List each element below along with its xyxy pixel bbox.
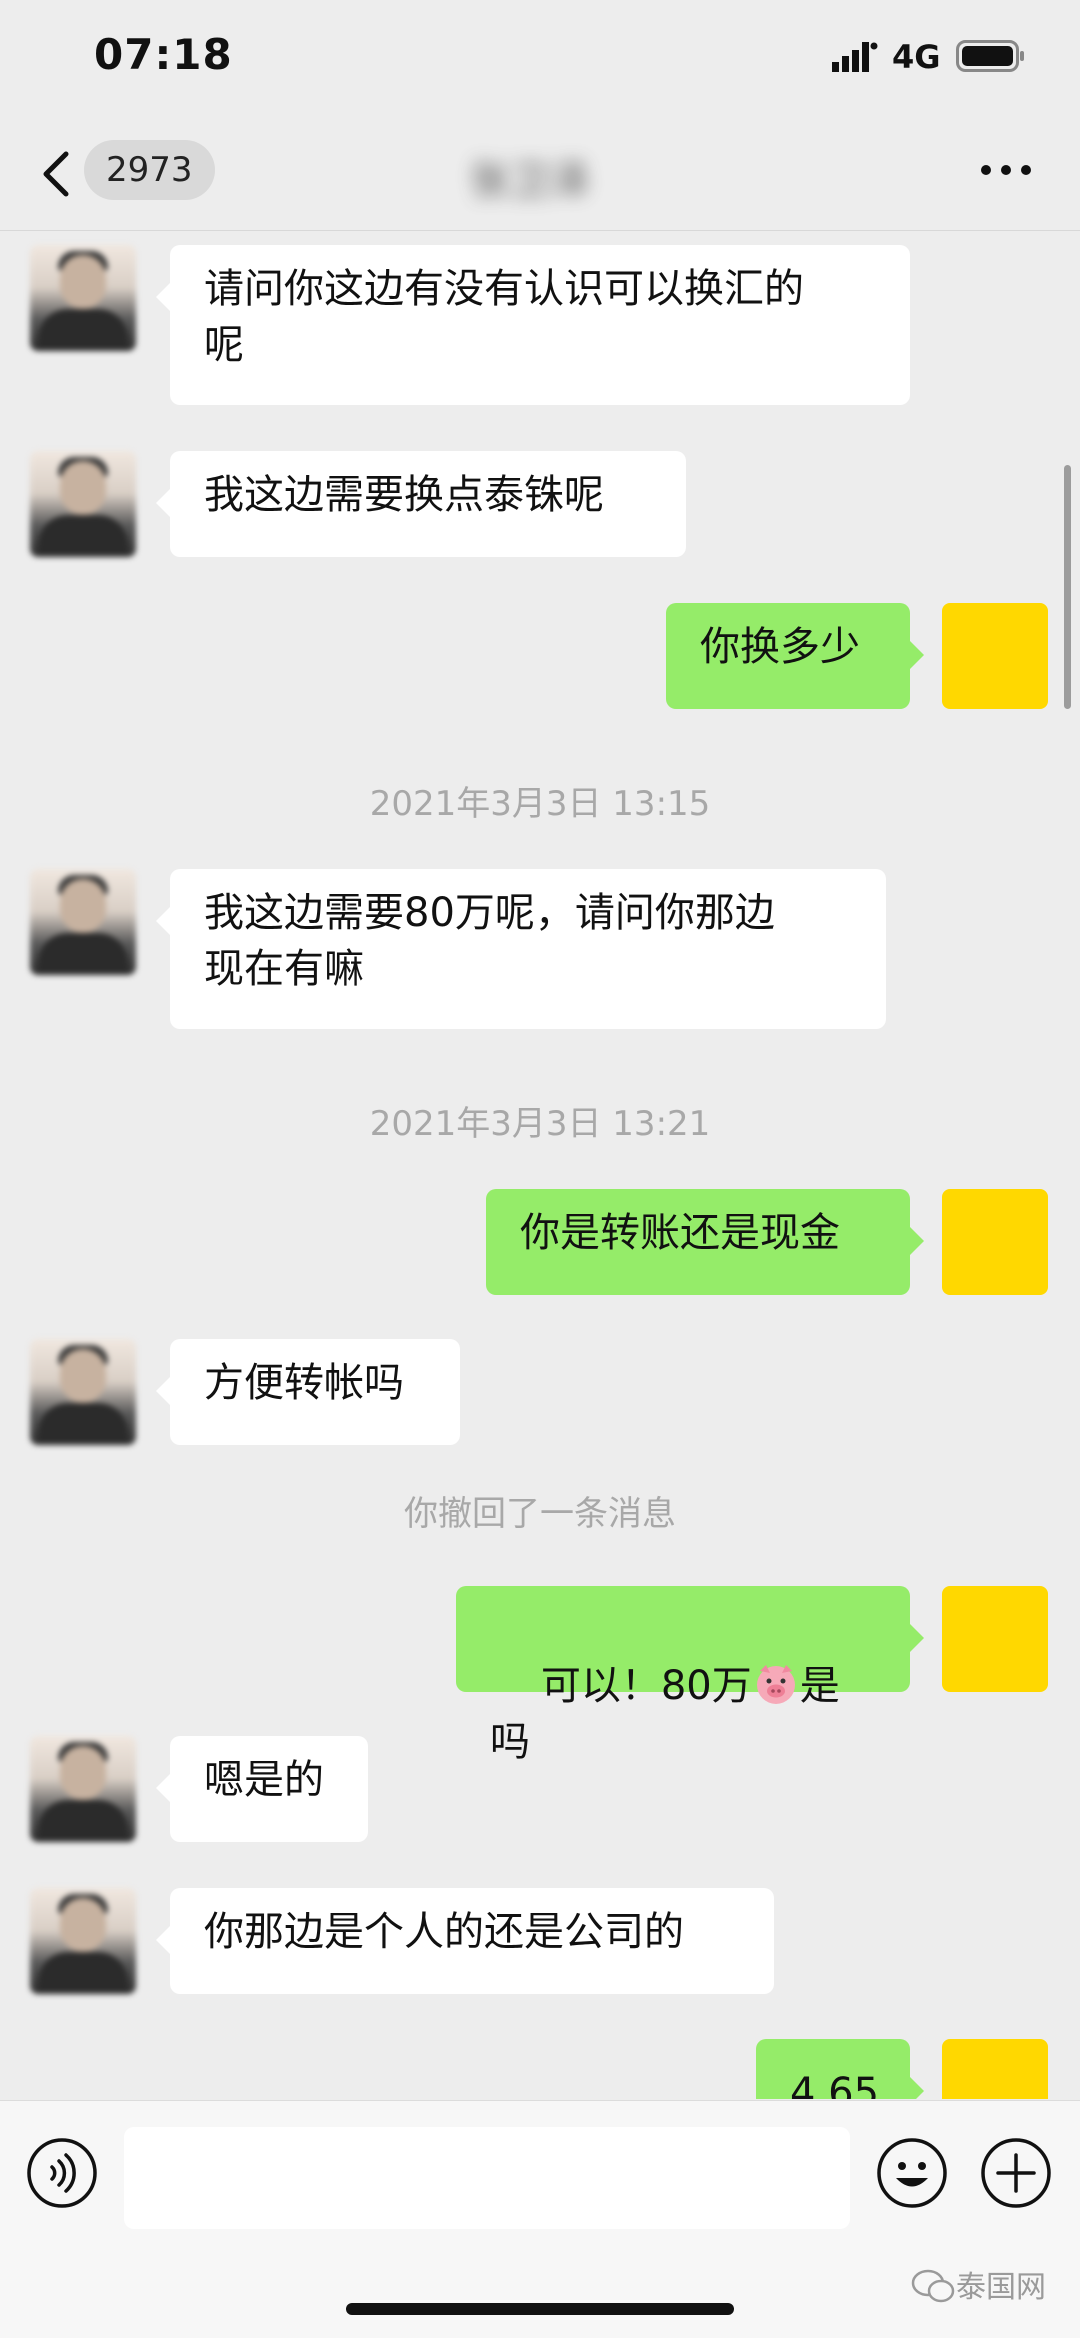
- chat-history[interactable]: 请问你这边有没有认识可以换汇的 呢 我这边需要换点泰铢呢 你换多少 2021年3…: [0, 231, 1080, 2099]
- contact-avatar[interactable]: [30, 1888, 136, 1994]
- outgoing-message[interactable]: 可以！80万 是吗: [456, 1586, 924, 1765]
- home-indicator[interactable]: [346, 2303, 734, 2315]
- status-bar: 07:18 4G: [0, 0, 1080, 118]
- contact-avatar[interactable]: [30, 451, 136, 557]
- message-text: 可以！80万: [540, 1663, 752, 1709]
- my-avatar[interactable]: [942, 2039, 1048, 2099]
- contact-avatar[interactable]: [30, 1339, 136, 1445]
- incoming-message[interactable]: 请问你这边有没有认识可以换汇的 呢: [156, 245, 910, 405]
- status-time: 07:18: [94, 30, 233, 79]
- my-avatar[interactable]: [942, 603, 1048, 709]
- plus-icon[interactable]: [980, 2137, 1052, 2209]
- wechat-logo-icon: [911, 2269, 955, 2303]
- message-input[interactable]: [124, 2127, 850, 2229]
- network-type: 4G: [892, 38, 941, 76]
- chat-header: 2973 张卫泽: [0, 118, 1080, 231]
- more-options-icon[interactable]: [980, 158, 1032, 182]
- incoming-message[interactable]: 我这边需要80万呢，请问你那边 现在有嘛: [156, 869, 886, 1029]
- contact-name: 张卫泽: [470, 158, 590, 204]
- contact-avatar[interactable]: [30, 1736, 136, 1842]
- incoming-message[interactable]: 我这边需要换点泰铢呢: [156, 451, 686, 557]
- pig-face-icon: [756, 1665, 795, 1704]
- outgoing-message[interactable]: 你是转账还是现金: [486, 1189, 924, 1295]
- incoming-message[interactable]: 你那边是个人的还是公司的: [156, 1888, 774, 1994]
- my-avatar[interactable]: [942, 1586, 1048, 1692]
- unread-count-badge[interactable]: 2973: [84, 140, 215, 200]
- my-avatar[interactable]: [942, 1189, 1048, 1295]
- chat-scrollbar[interactable]: [1064, 465, 1071, 709]
- timestamp: 2021年3月3日 13:21: [369, 1104, 711, 1144]
- incoming-message[interactable]: 方便转帐吗: [156, 1339, 460, 1445]
- outgoing-message[interactable]: 4.65: [756, 2039, 924, 2099]
- signal-icon: [832, 42, 878, 72]
- contact-avatar[interactable]: [30, 869, 136, 975]
- voice-input-icon[interactable]: [26, 2137, 98, 2209]
- timestamp: 2021年3月3日 13:15: [369, 784, 711, 824]
- recall-notice: 你撤回了一条消息: [404, 1494, 676, 1534]
- watermark: 泰国网: [910, 2262, 1046, 2306]
- watermark-text: 泰国网: [956, 2270, 1046, 2305]
- contact-avatar[interactable]: [30, 245, 136, 351]
- emoji-icon[interactable]: [876, 2137, 948, 2209]
- back-icon[interactable]: [36, 146, 76, 202]
- incoming-message[interactable]: 嗯是的: [156, 1736, 368, 1842]
- battery-icon: [956, 40, 1024, 72]
- outgoing-message[interactable]: 你换多少: [666, 603, 924, 709]
